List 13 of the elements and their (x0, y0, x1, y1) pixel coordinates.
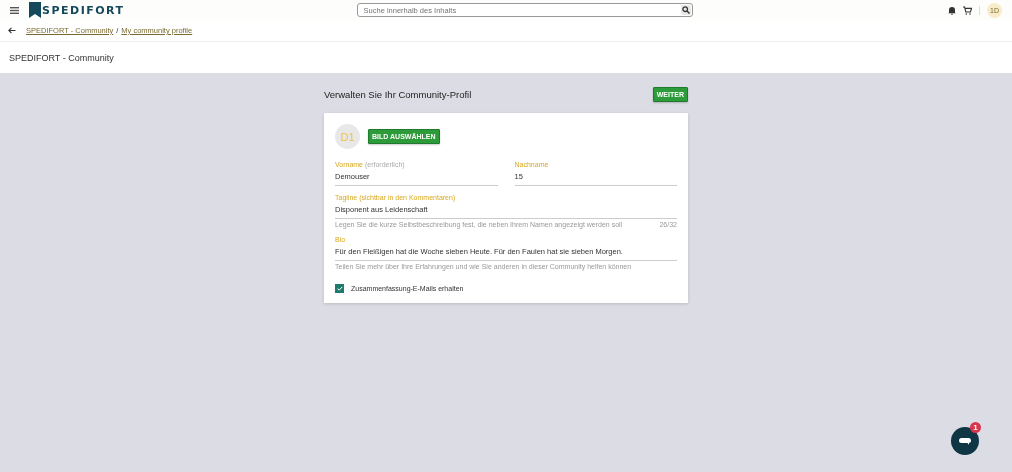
page-title: SPEDIFORT - Community (9, 52, 114, 63)
bell-icon[interactable] (948, 5, 956, 15)
speech-bubble-icon (959, 437, 971, 445)
profile-avatar: D1 (335, 124, 360, 149)
logo[interactable]: SPEDIFORT (29, 2, 125, 18)
checkbox[interactable] (335, 284, 344, 293)
chat-button[interactable] (951, 427, 979, 455)
search-icon[interactable] (680, 5, 691, 15)
notification-badge: 1 (970, 422, 981, 433)
menu-icon[interactable] (10, 6, 19, 14)
form-heading: Verwalten Sie Ihr Community-Profil (324, 88, 472, 100)
back-arrow-icon[interactable] (8, 27, 16, 34)
cart-icon[interactable] (963, 5, 972, 15)
